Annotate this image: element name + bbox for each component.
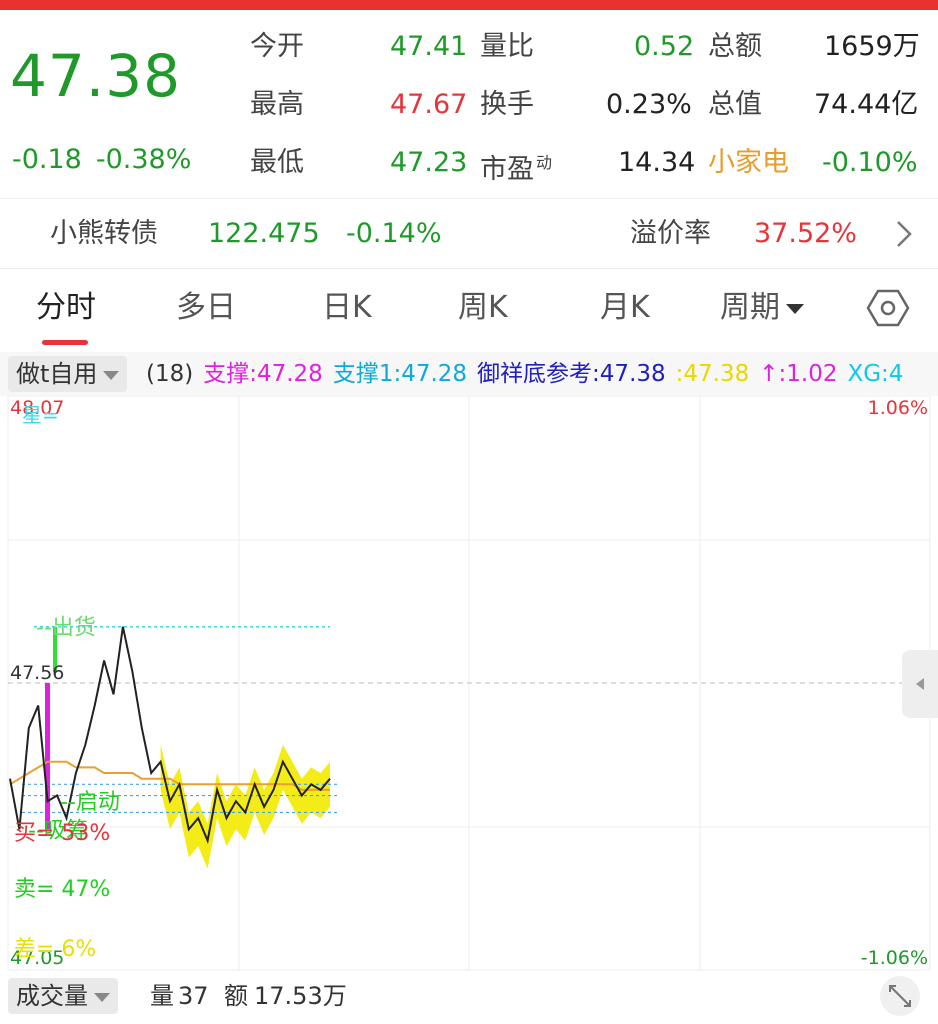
intraday-chart[interactable]: 48.0747.5647.051.06%-1.06%星=--出货--启动--吸筹… bbox=[0, 396, 938, 972]
open-value: 47.41 bbox=[390, 31, 468, 62]
bond-name: 小熊转债 bbox=[50, 218, 158, 249]
low-label: 最低 bbox=[250, 147, 304, 178]
amount-value: 1659万 bbox=[824, 31, 920, 62]
divider bbox=[0, 198, 938, 199]
caret-left-icon bbox=[916, 678, 924, 690]
indicator-item: ↑:1.02 bbox=[759, 361, 838, 387]
chevron-down-icon bbox=[786, 303, 804, 314]
low-value: 47.23 bbox=[390, 147, 468, 178]
pe-label: 市盈动 bbox=[480, 153, 553, 185]
expand-icon[interactable] bbox=[880, 976, 920, 1016]
y-axis-right-top-label: 1.06% bbox=[868, 397, 928, 419]
annotation-star: 星= bbox=[22, 403, 59, 427]
chart-tabs: 分时 多日 日K 周K 月K 周期 bbox=[0, 270, 938, 350]
annotation-start: --启动 bbox=[60, 790, 120, 815]
turnover-value: 0.23% bbox=[606, 89, 692, 120]
top-accent-bar bbox=[0, 0, 938, 10]
chevron-down-icon bbox=[94, 992, 110, 1002]
premium-label: 溢价率 bbox=[630, 218, 711, 249]
indicator-item: (18) bbox=[146, 361, 194, 387]
y-axis-mid-label: 47.56 bbox=[10, 662, 64, 684]
mktcap-label: 总值 bbox=[708, 89, 762, 120]
price-change: -0.18 -0.38% bbox=[12, 144, 205, 175]
amount-label: 额 bbox=[224, 982, 248, 1010]
side-drawer-handle[interactable] bbox=[902, 650, 938, 718]
hexagon-settings-icon[interactable] bbox=[866, 286, 910, 330]
change-percent: -0.38% bbox=[95, 144, 192, 175]
volume-bar: 成交量 量 37 额 17.53万 bbox=[0, 972, 938, 1024]
vol-ratio-value: 0.52 bbox=[634, 31, 695, 62]
indicator-item: :47.38 bbox=[675, 361, 750, 387]
annotation-sell-out: --出货 bbox=[36, 616, 96, 641]
premium-value: 37.52% bbox=[754, 218, 857, 249]
vol-ratio-label: 量比 bbox=[480, 31, 534, 62]
quote-header: 47.38 -0.18 -0.38% 今开 47.41 最高 47.67 最低 4… bbox=[0, 10, 938, 198]
yellow-signal-band bbox=[160, 744, 330, 869]
high-label: 最高 bbox=[250, 89, 304, 120]
volume-selector[interactable]: 成交量 bbox=[8, 978, 118, 1014]
open-label: 今开 bbox=[250, 31, 304, 62]
volume-label: 量 bbox=[150, 982, 174, 1010]
bond-change: -0.14% bbox=[346, 218, 442, 249]
tab-monthly-k[interactable]: 月K bbox=[600, 288, 650, 328]
indicator-bar: 做t自用 (18) 支撑:47.28 支撑1:47.28 御祥底参考:47.38 :47… bbox=[0, 352, 938, 396]
current-price: 47.38 bbox=[10, 42, 182, 110]
tab-daily-k[interactable]: 日K bbox=[322, 288, 372, 328]
active-tab-indicator bbox=[42, 340, 88, 345]
pe-superscript: 动 bbox=[536, 153, 553, 172]
high-value: 47.67 bbox=[390, 89, 468, 120]
indicator-selector[interactable]: 做t自用 bbox=[8, 356, 128, 392]
tab-weekly-k[interactable]: 周K bbox=[458, 288, 508, 328]
sell-percent: 卖= 47% bbox=[14, 877, 110, 902]
pe-value: 14.34 bbox=[618, 147, 696, 178]
chevron-right-icon[interactable] bbox=[888, 218, 920, 250]
volume-value: 37 bbox=[178, 982, 209, 1010]
indicator-values: (18) 支撑:47.28 支撑1:47.28 御祥底参考:47.38 :47.38 ↑:… bbox=[146, 356, 913, 392]
bond-price: 122.475 bbox=[208, 218, 320, 249]
divider bbox=[0, 268, 938, 269]
mktcap-value: 74.44亿 bbox=[814, 89, 919, 120]
signal-bar-magenta bbox=[45, 683, 50, 830]
indicator-item: 支撑:47.28 bbox=[203, 361, 323, 387]
amount-value: 17.53万 bbox=[254, 982, 347, 1010]
indicator-item: 支撑1:47.28 bbox=[332, 361, 468, 387]
indicator-item: XG:4 bbox=[847, 361, 904, 387]
diff-percent: 差= 6% bbox=[14, 937, 96, 962]
amount-label: 总额 bbox=[708, 31, 762, 62]
buy-percent: 买= 53% bbox=[14, 821, 110, 846]
sector-name[interactable]: 小家电 bbox=[708, 143, 789, 183]
indicator-item: 御祥底参考:47.38 bbox=[477, 361, 666, 387]
tab-period[interactable]: 周期 bbox=[720, 288, 804, 328]
sector-change: -0.10% bbox=[822, 147, 918, 178]
tab-intraday[interactable]: 分时 bbox=[36, 288, 96, 328]
chevron-down-icon bbox=[103, 370, 120, 380]
change-value: -0.18 bbox=[12, 144, 82, 175]
tab-multi-day[interactable]: 多日 bbox=[176, 288, 236, 328]
turnover-label: 换手 bbox=[480, 89, 534, 120]
convertible-bond-row[interactable]: 小熊转债 122.475 -0.14% 溢价率 37.52% bbox=[0, 200, 938, 266]
y-axis-right-bottom-label: -1.06% bbox=[861, 947, 928, 969]
